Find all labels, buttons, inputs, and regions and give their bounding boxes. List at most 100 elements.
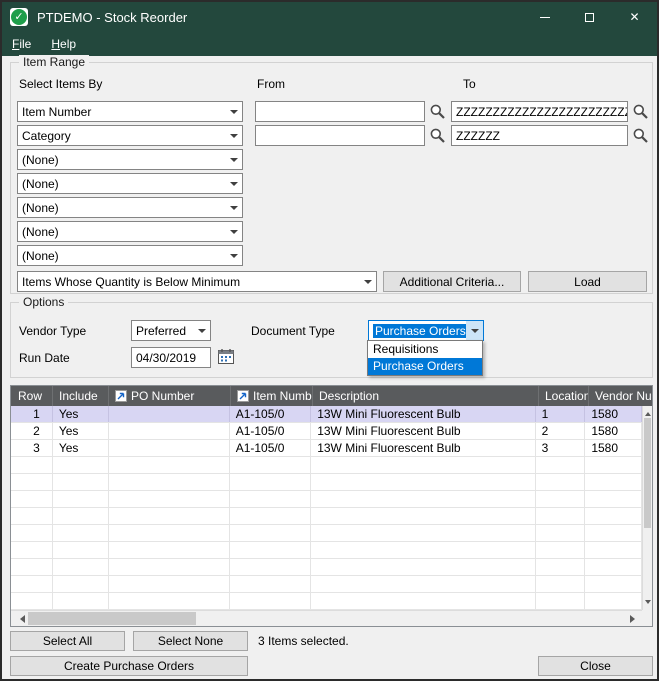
table-cell[interactable]: 1	[536, 406, 586, 422]
select-all-button[interactable]: Select All	[10, 631, 125, 651]
table-cell[interactable]: 1580	[585, 440, 642, 456]
select-by-combo-4[interactable]: (None)	[17, 173, 243, 194]
minimize-button[interactable]	[522, 2, 567, 32]
menu-file[interactable]: File	[2, 32, 41, 56]
chevron-down-icon	[193, 321, 210, 340]
to-input-1[interactable]: ZZZZZZZZZZZZZZZZZZZZZZZZ	[451, 101, 628, 122]
table-cell	[536, 474, 586, 490]
table-cell[interactable]: 13W Mini Fluorescent Bulb	[311, 423, 535, 439]
col-header-po-number[interactable]: PO Number	[109, 386, 231, 406]
table-cell	[230, 474, 311, 490]
select-by-combo-3[interactable]: (None)	[17, 149, 243, 170]
table-cell[interactable]: 3	[11, 440, 53, 456]
table-cell[interactable]: 1	[11, 406, 53, 422]
table-row[interactable]: 1YesA1-105/013W Mini Fluorescent Bulb115…	[11, 406, 642, 423]
scroll-down-icon[interactable]	[645, 600, 651, 607]
table-cell	[230, 593, 311, 609]
table-cell	[53, 559, 109, 575]
col-header-item-number[interactable]: Item Number	[231, 386, 313, 406]
table-cell	[585, 559, 642, 575]
close-button[interactable]: Close	[538, 656, 653, 676]
horizontal-scrollbar-thumb[interactable]	[28, 612, 196, 625]
grid-vertical-scrollbar[interactable]	[642, 406, 652, 610]
select-by-combo-2[interactable]: Category	[17, 125, 243, 146]
finder-icon-from-1[interactable]	[429, 103, 446, 120]
table-cell[interactable]: 2	[536, 423, 586, 439]
table-row	[11, 491, 642, 508]
options-group-label: Options	[19, 295, 68, 309]
col-header-include[interactable]: Include	[53, 386, 109, 406]
table-cell[interactable]	[109, 423, 230, 439]
table-row	[11, 457, 642, 474]
criteria-combo[interactable]: Items Whose Quantity is Below Minimum	[17, 271, 377, 292]
vendor-type-combo[interactable]: Preferred	[131, 320, 211, 341]
table-cell	[536, 491, 586, 507]
additional-criteria-button[interactable]: Additional Criteria...	[383, 271, 521, 292]
table-cell[interactable]: 1580	[585, 406, 642, 422]
select-by-combo-6[interactable]: (None)	[17, 221, 243, 242]
table-cell[interactable]: Yes	[53, 440, 109, 456]
select-by-combo-1[interactable]: Item Number	[17, 101, 243, 122]
table-cell[interactable]	[109, 440, 230, 456]
from-label: From	[257, 77, 285, 91]
grid-horizontal-scrollbar[interactable]	[11, 610, 644, 626]
table-cell	[585, 525, 642, 541]
document-type-label: Document Type	[251, 324, 335, 338]
select-by-combo-7[interactable]: (None)	[17, 245, 243, 266]
select-none-button[interactable]: Select None	[133, 631, 248, 651]
calendar-icon[interactable]	[217, 348, 235, 366]
col-header-vendor-number[interactable]: Vendor Nu	[589, 386, 652, 406]
table-cell[interactable]: A1-105/0	[230, 406, 311, 422]
chevron-down-icon	[225, 246, 242, 265]
close-window-button[interactable]: ✕	[612, 2, 657, 32]
table-cell[interactable]: A1-105/0	[230, 440, 311, 456]
table-cell[interactable]: A1-105/0	[230, 423, 311, 439]
table-row[interactable]: 3YesA1-105/013W Mini Fluorescent Bulb315…	[11, 440, 642, 457]
table-cell[interactable]: 2	[11, 423, 53, 439]
table-cell[interactable]: Yes	[53, 423, 109, 439]
from-input-1[interactable]	[255, 101, 425, 122]
table-cell[interactable]: 3	[536, 440, 586, 456]
table-row[interactable]: 2YesA1-105/013W Mini Fluorescent Bulb215…	[11, 423, 642, 440]
table-cell	[311, 457, 535, 473]
table-cell	[311, 525, 535, 541]
vertical-scrollbar-thumb[interactable]	[644, 418, 651, 528]
table-cell	[109, 593, 230, 609]
table-cell[interactable]: Yes	[53, 406, 109, 422]
run-date-label: Run Date	[19, 351, 70, 365]
to-input-2[interactable]: ZZZZZZ	[451, 125, 628, 146]
col-header-description[interactable]: Description	[313, 386, 539, 406]
dropdown-option-requisitions[interactable]: Requisitions	[368, 341, 482, 358]
scroll-up-icon[interactable]	[645, 409, 651, 416]
table-cell[interactable]: 1580	[585, 423, 642, 439]
finder-icon-to-1[interactable]	[632, 103, 649, 120]
load-button[interactable]: Load	[528, 271, 647, 292]
drilldown-icon	[237, 390, 249, 402]
table-cell[interactable]: 13W Mini Fluorescent Bulb	[311, 406, 535, 422]
table-cell	[11, 576, 53, 592]
table-cell[interactable]	[109, 406, 230, 422]
table-cell	[585, 457, 642, 473]
app-icon: ✓	[10, 8, 28, 26]
table-cell	[585, 474, 642, 490]
table-cell	[230, 559, 311, 575]
scrollbar-corner	[642, 610, 652, 626]
run-date-input[interactable]: 04/30/2019	[131, 347, 211, 368]
finder-icon-to-2[interactable]	[632, 127, 649, 144]
scroll-right-icon[interactable]	[630, 615, 639, 623]
finder-icon-from-2[interactable]	[429, 127, 446, 144]
col-header-location[interactable]: Location	[539, 386, 589, 406]
table-row	[11, 525, 642, 542]
table-cell	[11, 457, 53, 473]
document-type-combo[interactable]: Purchase Orders	[368, 320, 484, 341]
table-cell[interactable]: 13W Mini Fluorescent Bulb	[311, 440, 535, 456]
maximize-button[interactable]	[567, 2, 612, 32]
dropdown-option-purchase-orders[interactable]: Purchase Orders	[368, 358, 482, 375]
col-header-row[interactable]: Row	[11, 386, 53, 406]
select-by-combo-5[interactable]: (None)	[17, 197, 243, 218]
from-input-2[interactable]	[255, 125, 425, 146]
menu-help[interactable]: Help	[41, 32, 86, 56]
create-purchase-orders-button[interactable]: Create Purchase Orders	[10, 656, 248, 676]
scroll-left-icon[interactable]	[16, 615, 25, 623]
table-cell	[11, 491, 53, 507]
